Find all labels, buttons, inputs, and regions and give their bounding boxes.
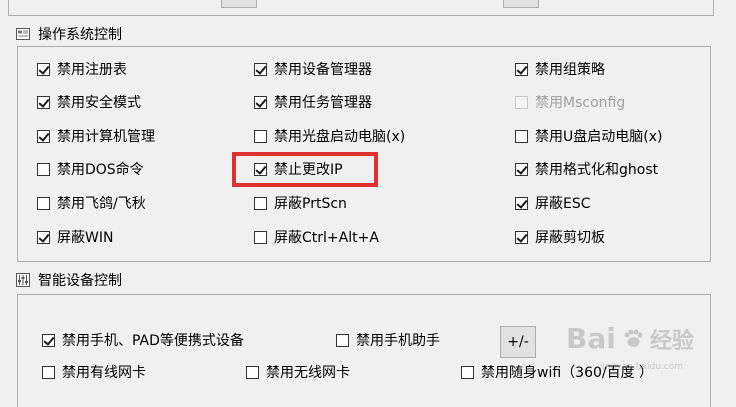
- checkbox-label: 屏蔽剪切板: [535, 230, 605, 246]
- device-checkbox-2[interactable]: 禁用有线网卡: [42, 362, 146, 382]
- checkbox-unchecked-icon[interactable]: [515, 129, 528, 143]
- checkbox-label: 禁用注册表: [57, 62, 127, 78]
- list-panel-icon: [16, 27, 30, 41]
- checkbox-label: 禁用有线网卡: [62, 365, 146, 381]
- checkbox-checked-icon[interactable]: [515, 196, 528, 210]
- checkbox-label: 禁用DOS命令: [57, 162, 144, 178]
- checkbox-label: 禁用手机、PAD等便携式设备: [62, 333, 244, 349]
- checkbox-label: 禁用任务管理器: [274, 95, 372, 111]
- checkbox-label: 禁用格式化和ghost: [535, 162, 659, 178]
- top-button-right[interactable]: [503, 0, 539, 8]
- checkbox-label: 屏蔽PrtScn: [274, 196, 347, 212]
- checkbox-label: 屏蔽WIN: [57, 230, 114, 246]
- checkbox-checked-icon[interactable]: [37, 95, 50, 109]
- checkbox-unchecked-icon[interactable]: [37, 162, 50, 176]
- checkbox-unchecked-icon: [515, 95, 528, 109]
- checkbox-checked-icon[interactable]: [515, 230, 528, 244]
- os-checkbox-1[interactable]: 禁用设备管理器: [254, 59, 372, 79]
- check-mark-icon: [38, 95, 50, 108]
- baidu-watermark: Bai 经验: [566, 322, 694, 355]
- checkbox-label: 禁用无线网卡: [266, 365, 350, 381]
- os-checkbox-8[interactable]: 禁用U盘启动电脑(x): [515, 126, 662, 146]
- os-checkbox-0[interactable]: 禁用注册表: [37, 59, 127, 79]
- checkbox-unchecked-icon[interactable]: [37, 196, 50, 210]
- checkbox-label: 禁用设备管理器: [274, 62, 372, 78]
- checkbox-unchecked-icon[interactable]: [254, 129, 267, 143]
- os-checkbox-10[interactable]: 禁止更改IP: [254, 159, 343, 179]
- sliders-icon: [16, 273, 30, 287]
- device-checkbox-1[interactable]: 禁用手机助手: [336, 330, 440, 350]
- adjust-button-label: +/-: [507, 334, 529, 350]
- checkbox-label: 禁用安全模式: [57, 95, 141, 111]
- checkbox-label: 禁用光盘启动电脑(x): [274, 129, 406, 145]
- device-checkbox-4[interactable]: 禁用随身wifi（360/百度 ）: [461, 362, 653, 382]
- os-section-title: 操作系统控制: [38, 27, 122, 43]
- checkbox-label: 禁用随身wifi（360/百度 ）: [481, 365, 654, 381]
- os-checkbox-2[interactable]: 禁用组策略: [515, 59, 605, 79]
- check-mark-icon: [516, 230, 528, 243]
- checkbox-checked-icon[interactable]: [42, 333, 55, 347]
- checkbox-unchecked-icon[interactable]: [254, 196, 267, 210]
- checkbox-checked-icon[interactable]: [254, 62, 267, 76]
- checkbox-label: 屏蔽ESC: [535, 196, 591, 212]
- os-checkbox-4[interactable]: 禁用任务管理器: [254, 92, 372, 112]
- top-button-left[interactable]: [221, 0, 257, 8]
- check-mark-icon: [38, 62, 50, 75]
- check-mark-icon: [255, 95, 267, 108]
- check-mark-icon: [38, 129, 50, 142]
- check-mark-icon: [255, 62, 267, 75]
- checkbox-checked-icon[interactable]: [37, 230, 50, 244]
- adjust-button[interactable]: +/-: [500, 326, 536, 358]
- checkbox-label: 禁用飞鸽/飞秋: [57, 196, 146, 212]
- check-mark-icon: [255, 162, 267, 175]
- checkbox-checked-icon[interactable]: [515, 162, 528, 176]
- checkbox-unchecked-icon[interactable]: [42, 365, 55, 379]
- checkbox-checked-icon[interactable]: [254, 162, 267, 176]
- checkbox-label: 禁用手机助手: [356, 333, 440, 349]
- checkbox-checked-icon[interactable]: [515, 62, 528, 76]
- checkbox-unchecked-icon[interactable]: [254, 230, 267, 244]
- check-mark-icon: [516, 62, 528, 75]
- device-checkbox-3[interactable]: 禁用无线网卡: [246, 362, 350, 382]
- checkbox-checked-icon[interactable]: [37, 62, 50, 76]
- checkbox-label: 禁用组策略: [535, 62, 605, 78]
- check-mark-icon: [43, 333, 55, 346]
- os-checkbox-3[interactable]: 禁用安全模式: [37, 92, 141, 112]
- check-mark-icon: [516, 162, 528, 175]
- os-checkbox-15[interactable]: 屏蔽WIN: [37, 227, 113, 247]
- checkbox-checked-icon[interactable]: [254, 95, 267, 109]
- os-checkbox-13[interactable]: 屏蔽PrtScn: [254, 193, 347, 213]
- os-section-header: 操作系统控制: [16, 24, 122, 44]
- checkbox-unchecked-icon[interactable]: [246, 365, 259, 379]
- checkbox-label: 禁止更改IP: [274, 162, 343, 178]
- watermark-suffix: 经验: [649, 328, 694, 354]
- check-mark-icon: [38, 230, 50, 243]
- os-checkbox-17[interactable]: 屏蔽剪切板: [515, 227, 605, 247]
- checkbox-unchecked-icon[interactable]: [461, 365, 474, 379]
- checkbox-unchecked-icon[interactable]: [336, 333, 349, 347]
- device-section-header: 智能设备控制: [16, 270, 122, 290]
- paw-icon: [622, 328, 644, 350]
- os-checkbox-7[interactable]: 禁用光盘启动电脑(x): [254, 126, 405, 146]
- checkbox-label: 禁用Msconfig: [535, 95, 626, 111]
- checkbox-label: 屏蔽Ctrl+Alt+A: [274, 230, 379, 246]
- checkbox-label: 禁用U盘启动电脑(x): [535, 129, 663, 145]
- os-checkbox-9[interactable]: 禁用DOS命令: [37, 159, 144, 179]
- top-group-remnant: [8, 0, 714, 16]
- os-checkbox-12[interactable]: 禁用飞鸽/飞秋: [37, 193, 146, 213]
- os-checkbox-11[interactable]: 禁用格式化和ghost: [515, 159, 658, 179]
- os-checkbox-14[interactable]: 屏蔽ESC: [515, 193, 591, 213]
- os-checkbox-16[interactable]: 屏蔽Ctrl+Alt+A: [254, 227, 379, 247]
- checkbox-label: 禁用计算机管理: [57, 129, 155, 145]
- os-checkbox-5: 禁用Msconfig: [515, 92, 625, 112]
- os-checkbox-6[interactable]: 禁用计算机管理: [37, 126, 155, 146]
- device-section-title: 智能设备控制: [38, 273, 122, 289]
- device-checkbox-0[interactable]: 禁用手机、PAD等便携式设备: [42, 330, 244, 350]
- checkbox-checked-icon[interactable]: [37, 129, 50, 143]
- check-mark-icon: [516, 196, 528, 209]
- watermark-text: Bai: [566, 322, 616, 355]
